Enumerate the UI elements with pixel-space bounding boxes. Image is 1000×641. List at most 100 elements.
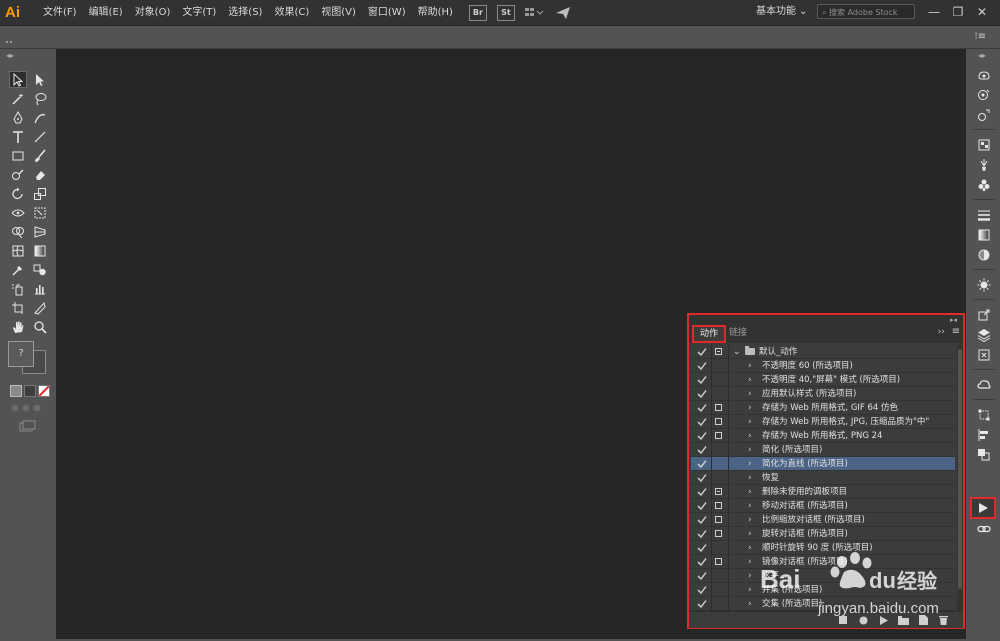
links-panel-icon[interactable]: [975, 521, 993, 537]
toggle-item-check-icon[interactable]: [696, 416, 708, 428]
screen-mode-icon[interactable]: [19, 420, 37, 432]
toggle-item-check-icon[interactable]: [696, 472, 708, 484]
color-button[interactable]: [10, 385, 22, 397]
toggle-item-check-icon[interactable]: [696, 556, 708, 568]
transparency-icon[interactable]: [975, 247, 993, 263]
action-row[interactable]: › 存储为 Web 所用格式, JPG, 压缩品质为"中": [691, 415, 955, 429]
toggle-item-check-icon[interactable]: [696, 514, 708, 526]
menu-object[interactable]: 对象(O): [129, 0, 177, 25]
arrange-documents-icon[interactable]: [524, 7, 545, 19]
toggle-item-check-icon[interactable]: [696, 402, 708, 414]
menu-effect[interactable]: 效果(C): [268, 0, 315, 25]
stock-icon[interactable]: St: [496, 4, 515, 21]
blend-tool-icon[interactable]: [31, 261, 49, 278]
export-icon[interactable]: [975, 307, 993, 323]
symbol-sprayer-tool-icon[interactable]: [9, 280, 27, 297]
action-row[interactable]: ⌄ 默认_动作: [691, 345, 955, 359]
draw-modes-icon[interactable]: [10, 403, 50, 415]
toggle-dialog-icon[interactable]: [715, 432, 722, 439]
actions-panel-icon[interactable]: [970, 497, 996, 519]
menu-window[interactable]: 窗口(W): [362, 0, 412, 25]
toggle-item-check-icon[interactable]: [696, 360, 708, 372]
chevron-right-icon[interactable]: ›: [748, 401, 752, 415]
restore-button[interactable]: ❐: [948, 3, 968, 21]
gradient-panel-icon[interactable]: [975, 227, 993, 243]
actions-scrollbar[interactable]: [957, 345, 963, 611]
action-row[interactable]: › 简化 (所选项目): [691, 443, 955, 457]
dock-collapse-icon[interactable]: ◂▸: [978, 51, 986, 60]
menu-edit[interactable]: 编辑(E): [83, 0, 129, 25]
workspace-switcher[interactable]: 基本功能 ⌄: [752, 4, 812, 20]
action-row[interactable]: › 存储为 Web 所用格式, GIF 64 仿色: [691, 401, 955, 415]
chevron-right-icon[interactable]: ›: [748, 485, 752, 499]
menu-view[interactable]: 视图(V): [315, 0, 362, 25]
tab-actions[interactable]: 动作: [692, 325, 727, 343]
action-row[interactable]: › 不透明度 60 (所选项目): [691, 359, 955, 373]
mesh-tool-icon[interactable]: [9, 242, 27, 259]
menu-help[interactable]: 帮助(H): [412, 0, 459, 25]
bridge-icon[interactable]: Br: [468, 4, 487, 21]
hand-tool-icon[interactable]: [9, 318, 27, 335]
shaper-tool-icon[interactable]: [9, 166, 27, 183]
toggle-dialog-icon[interactable]: [715, 488, 722, 495]
menu-type[interactable]: 文字(T): [176, 0, 222, 25]
toggle-item-check-icon[interactable]: [696, 528, 708, 540]
gradient-button[interactable]: [24, 385, 36, 397]
collapse-icon[interactable]: ◂▸: [6, 51, 14, 60]
toggle-item-check-icon[interactable]: [696, 598, 708, 610]
toggle-dialog-icon[interactable]: [715, 404, 722, 411]
free-transform-tool-icon[interactable]: [31, 204, 49, 221]
scroll-thumb[interactable]: [958, 349, 962, 589]
toggle-item-check-icon[interactable]: [696, 570, 708, 582]
toggle-item-check-icon[interactable]: [696, 542, 708, 554]
toggle-dialog-icon[interactable]: [715, 558, 722, 565]
selection-tool-icon[interactable]: [9, 71, 27, 88]
action-row[interactable]: › 比例缩放对话框 (所选项目): [691, 513, 955, 527]
action-row[interactable]: › 移动对话框 (所选项目): [691, 499, 955, 513]
perspective-grid-tool-icon[interactable]: [31, 223, 49, 240]
action-row[interactable]: › 旋转对话框 (所选项目): [691, 527, 955, 541]
toggle-item-check-icon[interactable]: [696, 374, 708, 386]
rectangle-tool-icon[interactable]: [9, 147, 27, 164]
libraries-icon[interactable]: [975, 67, 993, 83]
paintbrush-tool-icon[interactable]: [31, 147, 49, 164]
brushes-icon[interactable]: [975, 157, 993, 173]
pathfinder-icon[interactable]: [975, 447, 993, 463]
direct-selection-tool-icon[interactable]: [31, 71, 49, 88]
color-guide-icon[interactable]: [975, 87, 993, 103]
type-tool-icon[interactable]: [9, 128, 27, 145]
align-icon[interactable]: [975, 427, 993, 443]
toggle-dialog-icon[interactable]: [715, 516, 722, 523]
panel-menu-icon[interactable]: ≡: [952, 326, 960, 337]
none-button[interactable]: [38, 385, 50, 397]
chevron-right-icon[interactable]: ›: [748, 457, 752, 471]
fill-swatch[interactable]: ?: [8, 341, 34, 367]
chevron-right-icon[interactable]: ›: [748, 513, 752, 527]
width-tool-icon[interactable]: [9, 204, 27, 221]
layers-icon[interactable]: [975, 327, 993, 343]
artboard-tool-icon[interactable]: [9, 299, 27, 316]
chevron-right-icon[interactable]: ›: [748, 429, 752, 443]
action-row[interactable]: › 删除未使用的调板项目: [691, 485, 955, 499]
artboards-icon[interactable]: [975, 347, 993, 363]
pen-tool-icon[interactable]: [9, 109, 27, 126]
graph-tool-icon[interactable]: [31, 280, 49, 297]
control-bar-menu-icon[interactable]: ⁝≡: [974, 31, 986, 42]
chevron-right-icon[interactable]: ›: [748, 415, 752, 429]
toggle-item-check-icon[interactable]: [696, 584, 708, 596]
chevron-right-icon[interactable]: ›: [748, 471, 752, 485]
chevron-right-icon[interactable]: ›: [748, 499, 752, 513]
lasso-tool-icon[interactable]: [31, 90, 49, 107]
line-tool-icon[interactable]: [31, 128, 49, 145]
gradient-tool-icon[interactable]: [31, 242, 49, 259]
tab-links[interactable]: 链接: [723, 325, 753, 342]
graphic-styles-icon[interactable]: [975, 277, 993, 293]
magic-wand-tool-icon[interactable]: [9, 90, 27, 107]
chevron-right-icon[interactable]: ›: [748, 527, 752, 541]
appearance-icon[interactable]: [975, 107, 993, 123]
chevron-right-icon[interactable]: ›: [748, 387, 752, 401]
action-row[interactable]: › 恢复: [691, 471, 955, 485]
transform-icon[interactable]: [975, 407, 993, 423]
toggle-item-check-icon[interactable]: [696, 486, 708, 498]
action-row[interactable]: › 应用默认样式 (所选项目): [691, 387, 955, 401]
